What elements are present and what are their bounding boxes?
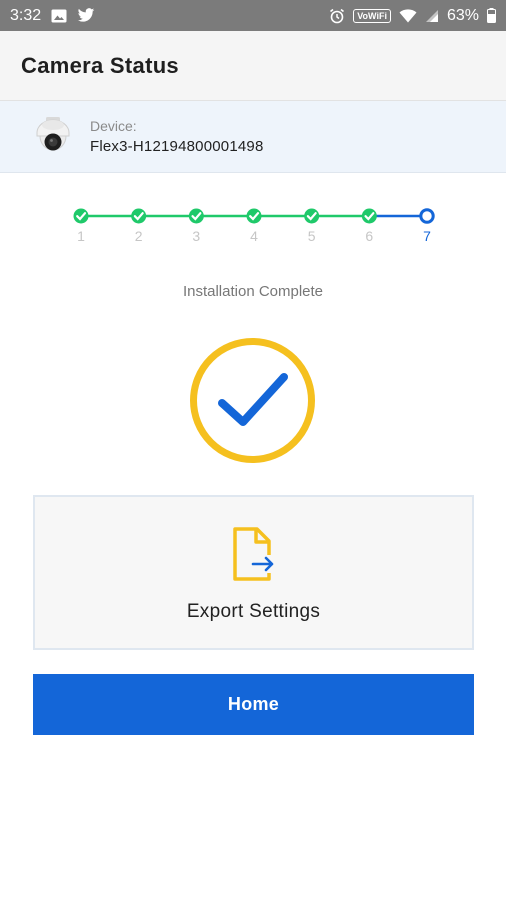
- gallery-notification-icon: [51, 9, 67, 23]
- battery-percent: 63%: [446, 6, 479, 24]
- stepper-step-5: 5: [304, 208, 320, 244]
- wifi-icon: [399, 8, 417, 23]
- stepper-step-4: 4: [246, 208, 262, 244]
- battery-icon: [487, 8, 496, 23]
- stepper-label: 3: [192, 228, 200, 244]
- device-id: Flex3-H12194800001498: [90, 138, 264, 155]
- stepper-step-3: 3: [188, 208, 204, 244]
- export-settings-button[interactable]: Export Settings: [33, 495, 474, 650]
- vowifi-icon: VoWiFi: [353, 8, 391, 23]
- stepper-step-7: 7: [419, 208, 435, 244]
- stepper-label: 2: [135, 228, 143, 244]
- stepper-label: 7: [423, 228, 431, 244]
- status-bar: 3:32 VoWiFi 63%: [0, 0, 506, 31]
- progress-stepper: 1 2 3 4 5 6 7: [0, 200, 506, 250]
- installation-status: Installation Complete: [182, 283, 324, 300]
- stepper-step-1: 1: [73, 208, 89, 244]
- alarm-icon: [329, 8, 345, 24]
- stepper-label: 5: [308, 228, 316, 244]
- device-info: Device: Flex3-H12194800001498: [0, 101, 506, 173]
- stepper-label: 1: [77, 228, 85, 244]
- stepper-label: 6: [365, 228, 373, 244]
- stepper-label: 4: [250, 228, 258, 244]
- checkmark-success-icon: [189, 337, 316, 464]
- stepper-step-6: 6: [361, 208, 377, 244]
- twitter-notification-icon: [77, 8, 95, 23]
- app-header: Camera Status: [0, 31, 506, 101]
- device-label: Device:: [90, 118, 137, 134]
- status-time: 3:32: [10, 6, 42, 24]
- camera-icon: [33, 115, 73, 159]
- stepper-step-2: 2: [131, 208, 147, 244]
- cell-signal-icon: [425, 9, 439, 23]
- file-export-icon: [231, 526, 277, 583]
- page-title: Camera Status: [21, 52, 179, 78]
- export-settings-label: Export Settings: [186, 600, 321, 622]
- home-button[interactable]: Home: [33, 674, 474, 735]
